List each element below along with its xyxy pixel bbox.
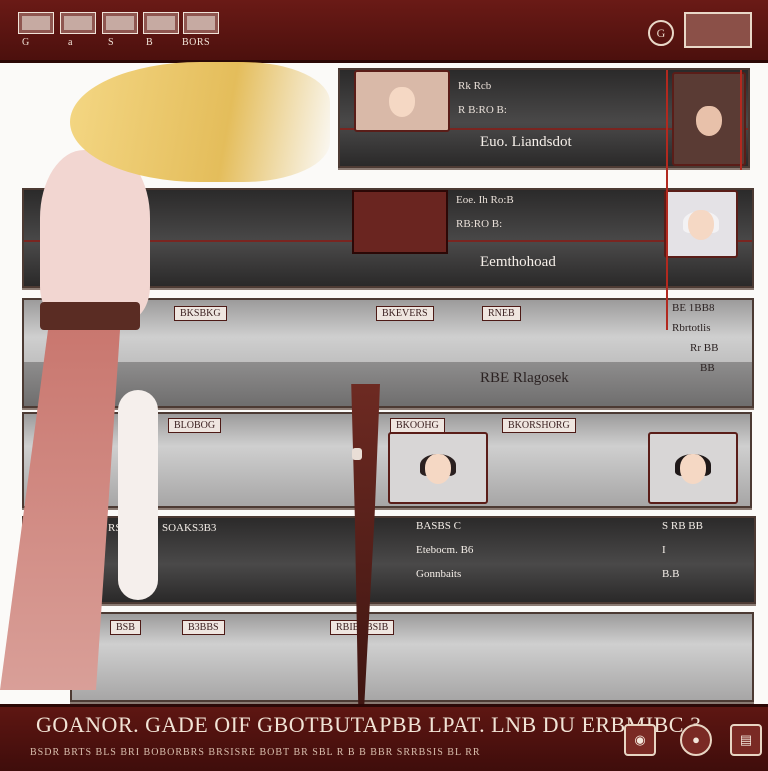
stats-row-1: BASBS C bbox=[416, 520, 461, 532]
menu-label-2: a bbox=[68, 37, 73, 48]
character-hair bbox=[70, 62, 330, 182]
menu-icon-2[interactable] bbox=[60, 12, 96, 34]
menu-label-1: G bbox=[22, 37, 30, 48]
card-slot[interactable] bbox=[352, 190, 448, 254]
panel1-name: Euo. Liandsdot bbox=[480, 134, 572, 150]
menu-label-3: S bbox=[108, 37, 115, 48]
portrait-4b[interactable] bbox=[648, 432, 738, 504]
panel2-line1: Eoe. Ih Ro:B bbox=[456, 194, 514, 206]
character-body bbox=[40, 150, 150, 320]
stats-row-2: Etebocm. B6 bbox=[416, 544, 474, 556]
stats-right-3: B.B bbox=[662, 568, 680, 580]
panel1-line2: R B:RO B: bbox=[458, 104, 507, 116]
game-title: GOANOR. GADE OIF GBOTBUTAPBB LPAT. LNB D… bbox=[36, 712, 702, 737]
stats-row-3: Gonnbaits bbox=[416, 568, 462, 580]
panel1-line1: Rk Rcb bbox=[458, 80, 492, 92]
stats-right-2: I bbox=[662, 544, 666, 556]
panel3-tag-1: BKSBKG bbox=[174, 306, 227, 321]
settings-icon[interactable]: G bbox=[648, 20, 674, 46]
menu-label-5: BORS bbox=[182, 37, 211, 48]
panel2-line2: RB:RO B: bbox=[456, 218, 503, 230]
portrait-1-side[interactable] bbox=[672, 72, 746, 166]
menu-icon-1[interactable] bbox=[18, 12, 54, 34]
menu-label-4: B bbox=[146, 37, 154, 48]
character-leg bbox=[118, 390, 158, 600]
portrait-4a[interactable] bbox=[388, 432, 488, 504]
portrait-2[interactable] bbox=[664, 190, 738, 258]
hanging-rope bbox=[666, 70, 668, 330]
record-icon[interactable]: ● bbox=[680, 724, 712, 756]
hanging-rope bbox=[740, 70, 742, 170]
menu-icon-4[interactable] bbox=[143, 12, 179, 34]
panel3-tag-2: BKEVERS bbox=[376, 306, 434, 321]
inventory-panel[interactable] bbox=[70, 612, 754, 702]
panel3-side-4: BB bbox=[700, 362, 715, 374]
panel3-tag-3: RNEB bbox=[482, 306, 521, 321]
panel6-tag-2: B3BBS bbox=[182, 620, 225, 635]
gem-icon bbox=[352, 448, 362, 460]
panel4-tag-2: BKOOHG bbox=[390, 418, 445, 433]
panel3-side-3: Rr BB bbox=[690, 342, 719, 354]
stats-right-1: S RB BB bbox=[662, 520, 703, 532]
game-subtitle: BSDR BRTS BLS BRI BOBORBRS BRSISRE BOBT … bbox=[30, 747, 481, 758]
panel4-tag-1: BLOBOG bbox=[168, 418, 222, 433]
character-belt bbox=[40, 302, 140, 330]
menu-icon-5[interactable] bbox=[183, 12, 219, 34]
map-icon[interactable]: ◉ bbox=[624, 724, 656, 756]
panel2-name: Eemthohoad bbox=[480, 254, 556, 270]
panel3-side-1: BE 1BB8 bbox=[672, 302, 715, 314]
panel6-tag-1: BSB bbox=[110, 620, 141, 635]
book-icon[interactable]: ▤ bbox=[730, 724, 762, 756]
panel3-name: RBE Rlagosek bbox=[480, 370, 569, 386]
stats-col1: SOAKS3B3 bbox=[162, 522, 217, 534]
menu-icon-3[interactable] bbox=[102, 12, 138, 34]
panel4-tag-3: BKORSHORG bbox=[502, 418, 576, 433]
minimap-thumbnail[interactable] bbox=[684, 12, 752, 48]
portrait-1[interactable] bbox=[354, 70, 450, 132]
panel3-side-2: Rbrtotlis bbox=[672, 322, 711, 334]
